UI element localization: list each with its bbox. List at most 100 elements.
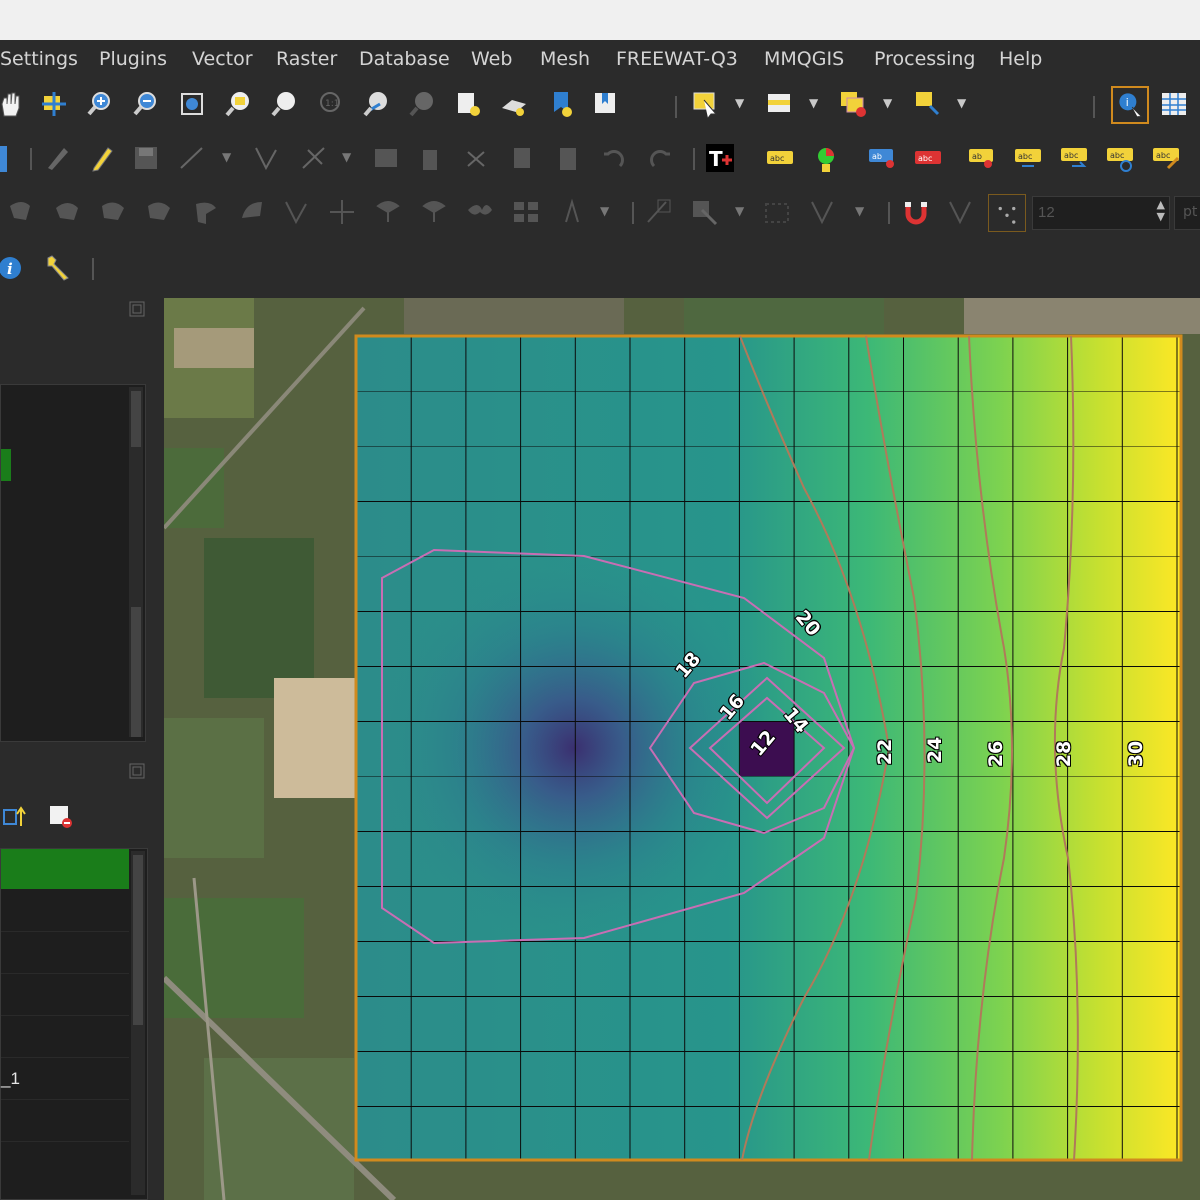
snapping-tolerance-field[interactable]: 12 ▲ ▼ — [1032, 196, 1170, 230]
add-line-icon — [180, 147, 203, 169]
zoom-full-icon[interactable] — [176, 88, 208, 120]
vertex-tool-icon — [255, 147, 277, 171]
svg-text:abc: abc — [1110, 151, 1124, 160]
layer-diagram-options-icon[interactable] — [810, 142, 842, 174]
browser-selected-row[interactable] — [1, 449, 11, 481]
spin-arrows-icon[interactable]: ▲ ▼ — [1157, 199, 1165, 223]
menu-freewat[interactable]: FREEWAT-Q3 — [616, 48, 738, 70]
toolbar-separator — [1093, 96, 1095, 118]
menu-mesh[interactable]: Mesh — [540, 48, 590, 70]
pan-hand-icon[interactable] — [0, 88, 26, 120]
toggle-edit-pencil-icon[interactable] — [86, 142, 118, 174]
change-label-icon[interactable]: abc — [1150, 142, 1182, 174]
rotate-label-icon[interactable]: abc — [1104, 142, 1136, 174]
add-feature-dropdown-arrow: ▼ — [222, 150, 232, 164]
map-canvas[interactable]: 20 18 16 14 12 22 24 26 28 30 — [164, 298, 1200, 1200]
menu-vector[interactable]: Vector — [192, 48, 253, 70]
menu-help[interactable]: Help — [999, 48, 1042, 70]
menu-web[interactable]: Web — [471, 48, 512, 70]
layer-row[interactable] — [1, 1017, 129, 1058]
float-panel-icon[interactable] — [128, 300, 146, 318]
select-features-icon[interactable] — [690, 88, 722, 120]
add-part-icon — [148, 202, 170, 220]
browser-scroll-thumb[interactable] — [131, 607, 141, 737]
new-bookmark-icon[interactable] — [546, 88, 578, 120]
tolerance-unit-select[interactable]: pt — [1174, 196, 1200, 230]
show-hide-labels-icon[interactable]: ab — [966, 142, 998, 174]
attribute-table-icon[interactable] — [1158, 88, 1190, 120]
svg-text:ab: ab — [872, 152, 882, 161]
zoom-to-selection-icon[interactable] — [222, 88, 254, 120]
move-layer-up-icon[interactable] — [2, 804, 28, 830]
svg-text:abc: abc — [1064, 151, 1078, 160]
menu-processing[interactable]: Processing — [874, 48, 975, 70]
undo-icon — [604, 150, 624, 168]
identify-features-icon[interactable]: i — [1111, 86, 1149, 124]
layer-row[interactable] — [1, 975, 129, 1016]
pan-to-selection-icon[interactable] — [38, 88, 70, 120]
layers-selected-row[interactable] — [1, 849, 129, 889]
toolbar-separator — [632, 202, 634, 224]
select-by-value-dropdown-arrow[interactable]: ▼ — [809, 96, 818, 110]
menu-plugins[interactable]: Plugins — [99, 48, 167, 70]
float-layers-panel-icon[interactable] — [128, 762, 146, 780]
select-features-dropdown-arrow[interactable]: ▼ — [735, 96, 744, 110]
move-label-icon[interactable]: abc — [1012, 142, 1044, 174]
map-rendering — [164, 298, 1200, 1200]
menu-settings[interactable]: Settings — [0, 48, 78, 70]
svg-text:T: T — [709, 147, 723, 171]
wrench-tools-icon[interactable] — [42, 252, 74, 284]
move-label-arrow-icon[interactable]: abc — [1058, 142, 1090, 174]
svg-text:abc: abc — [1018, 152, 1032, 161]
layers-scrollbar[interactable] — [131, 851, 145, 1195]
layers-tree[interactable]: _1 — [0, 848, 148, 1200]
layers-scroll-thumb[interactable] — [133, 855, 143, 1025]
contour-label-28: 28 — [1053, 740, 1075, 768]
zoom-next-icon — [409, 92, 433, 117]
digitize-dropdown-arrow: ▼ — [855, 204, 865, 218]
show-bookmarks-icon[interactable] — [590, 88, 622, 120]
contour-label-22: 22 — [874, 738, 896, 766]
select-location-dropdown-arrow[interactable]: ▼ — [957, 96, 966, 110]
browser-scroll-thumb-top[interactable] — [131, 391, 141, 447]
zoom-out-icon[interactable] — [130, 88, 162, 120]
new-map-view-icon[interactable] — [452, 88, 484, 120]
deselect-features-icon[interactable] — [838, 88, 870, 120]
zoom-to-layer-icon[interactable] — [268, 88, 300, 120]
shape-dropdown-arrow: ▼ — [735, 204, 745, 218]
layer-row[interactable] — [1, 1101, 129, 1142]
help-tools-toolbar: i — [0, 242, 1200, 298]
edit-attributes-icon — [375, 149, 397, 167]
window-title-bar — [0, 0, 1200, 40]
layer-row[interactable]: _1 — [1, 1059, 129, 1100]
highlight-pinned-labels-icon[interactable]: ab — [866, 142, 898, 174]
contour-label-30: 30 — [1125, 740, 1147, 768]
zoom-last-icon[interactable] — [360, 88, 392, 120]
enable-advanced-digitizing-icon — [647, 199, 671, 223]
menu-raster[interactable]: Raster — [276, 48, 337, 70]
zoom-in-icon[interactable] — [84, 88, 116, 120]
svg-text:1:1: 1:1 — [325, 99, 339, 109]
browser-scrollbar[interactable] — [129, 387, 143, 737]
menu-database[interactable]: Database — [359, 48, 450, 70]
layer-labeling-options-icon[interactable]: abc — [764, 142, 796, 174]
text-annotation-icon[interactable]: T — [704, 142, 736, 174]
info-help-icon[interactable]: i — [0, 254, 28, 286]
layer-row[interactable] — [1, 933, 129, 974]
toggle-editing-icon[interactable] — [0, 146, 7, 172]
menu-mmqgis[interactable]: MMQGIS — [764, 48, 844, 70]
merge-attributes-icon — [468, 205, 492, 215]
select-by-value-icon[interactable] — [764, 88, 796, 120]
paste-features-icon — [560, 148, 576, 170]
layer-row[interactable] — [1, 891, 129, 932]
toolbar-separator — [675, 96, 677, 118]
snapping-options-icon[interactable] — [988, 194, 1026, 232]
deselect-dropdown-arrow[interactable]: ▼ — [883, 96, 892, 110]
select-by-location-icon[interactable] — [912, 88, 944, 120]
remove-layer-icon[interactable] — [48, 804, 74, 830]
new-3d-view-icon[interactable] — [498, 88, 530, 120]
snapping-magnet-icon[interactable] — [900, 196, 932, 228]
pin-unpin-labels-icon[interactable]: abc — [912, 142, 944, 174]
browser-tree[interactable] — [0, 384, 146, 742]
toolbar-separator — [693, 148, 695, 170]
